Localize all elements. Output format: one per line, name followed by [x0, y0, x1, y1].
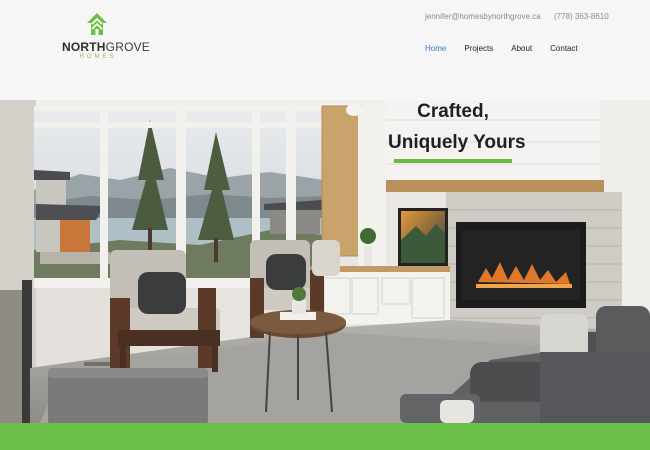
hero-title-line2: Uniquely Yours: [388, 132, 526, 153]
brand-logo[interactable]: NORTHGROVE HOMES: [62, 12, 150, 64]
brand-name: NORTHGROVE: [62, 40, 150, 54]
hero-title-line1: Crafted,: [417, 101, 489, 122]
site-header: NORTHGROVE HOMES jennifer@homesbynorthgr…: [0, 0, 650, 100]
tree-logo-icon: [87, 13, 107, 35]
main-nav: Home Projects About Contact: [416, 44, 587, 54]
brand-tagline: HOMES: [79, 54, 117, 60]
contact-email[interactable]: jennifer@homesbynorthgrove.ca: [425, 12, 541, 21]
nav-item-home[interactable]: Home: [416, 44, 455, 54]
contact-phone[interactable]: (778) 363-8610: [554, 12, 609, 21]
hero-living-room-image: [0, 100, 650, 423]
hero-banner: Crafted, Uniquely Yours: [0, 100, 650, 423]
contact-info: jennifer@homesbynorthgrove.ca (778) 363-…: [425, 12, 620, 21]
nav-item-about[interactable]: About: [502, 44, 541, 54]
green-footer-band: [0, 423, 650, 450]
nav-item-projects[interactable]: Projects: [455, 44, 502, 54]
nav-item-contact[interactable]: Contact: [541, 44, 587, 54]
brand-name-part2: GROVE: [105, 40, 151, 54]
hero-title-underline: [394, 159, 512, 163]
brand-name-part1: NORTH: [62, 40, 106, 54]
